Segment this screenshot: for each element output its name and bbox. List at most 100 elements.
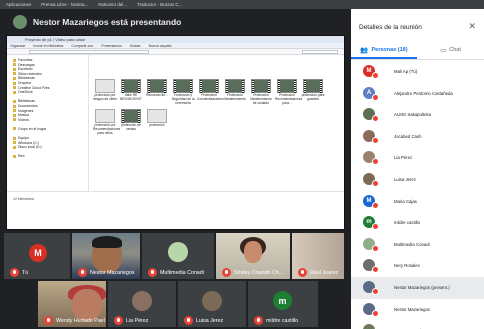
- participant-row[interactable]: Multimedia Conadi: [351, 234, 484, 256]
- muted-mic-icon: [10, 268, 19, 277]
- file-item[interactable]: Protección Mantenimiento de cuidado: [249, 79, 273, 105]
- muted-mic-icon: [114, 316, 123, 325]
- muted-mic-icon: [372, 179, 379, 187]
- folder-icon: [13, 72, 16, 76]
- folder-icon: [13, 81, 16, 85]
- video-file-icon: [199, 79, 219, 94]
- folder-icon: [13, 58, 16, 62]
- participant-row[interactable]: Nestor Mazariegos (present.): [351, 276, 484, 299]
- toolbar-item: Compartir con: [71, 43, 94, 48]
- bookmark-item[interactable]: Prensa Libre - Noticia...: [41, 2, 88, 7]
- bookmark-item[interactable]: Aplicaciones: [6, 2, 31, 7]
- file-name: Valle RE BRIVIDOS/VIT: [120, 93, 142, 101]
- file-item[interactable]: Protección Recomendaciones para...: [275, 79, 302, 105]
- tile-multimedia[interactable]: Multimedia Conadi: [142, 233, 214, 279]
- tile-raul[interactable]: Raul Juarez: [292, 233, 344, 279]
- muted-mic-icon: [372, 201, 379, 209]
- tile-luisa[interactable]: Luisa Jerez: [178, 281, 246, 327]
- video-file-icon: [251, 79, 271, 94]
- shared-screen[interactable]: Proyecto de p1 / Video para clase Organi…: [6, 35, 345, 230]
- participant-row[interactable]: Lia Pérez: [351, 147, 484, 169]
- video-file-icon: [147, 109, 167, 123]
- participant-row[interactable]: M Mali Ap (Tú): [351, 61, 484, 83]
- tile-name: mildre castillo: [266, 318, 299, 324]
- tree-label: Escritorio: [18, 67, 33, 72]
- tile-shirley[interactable]: Shirley Oriando Ch...: [216, 233, 290, 279]
- file-name: protección para guantes: [301, 93, 325, 101]
- people-icon: 👥: [360, 47, 369, 54]
- participant-row[interactable]: Nestor Mazariegos: [351, 299, 484, 321]
- tile-lia[interactable]: Lia Pérez: [108, 281, 176, 327]
- file-item[interactable]: protección por Recomendaciones para niño…: [93, 109, 120, 135]
- toolbar-item: Presentación: [101, 43, 122, 48]
- explorer-status: 12 elementos: [7, 191, 344, 211]
- video-file-icon: [95, 109, 115, 123]
- muted-mic-icon: [372, 244, 379, 252]
- participant-row[interactable]: m mildre castillo: [351, 212, 484, 234]
- participant-row[interactable]: M Maria Cajas: [351, 191, 484, 213]
- file-item[interactable]: Valle RE BRIVIDOS/VIT: [119, 79, 143, 102]
- tab-people-label: Personas (18): [371, 47, 408, 53]
- tab-chat[interactable]: ▭ Chat: [417, 41, 484, 59]
- muted-mic-icon: [372, 72, 379, 79]
- tree-label: Equipo: [18, 136, 29, 141]
- tree-label: Grupo en el hogar: [18, 126, 47, 131]
- close-icon[interactable]: ✕: [468, 21, 476, 32]
- folder-icon: [13, 136, 16, 140]
- tree-item[interactable]: Red: [13, 154, 88, 159]
- explorer-body: Favoritos Descargas Escritorio Sitios recie…: [7, 55, 344, 211]
- participant-row[interactable]: Luisa Jerez: [351, 169, 484, 191]
- tree-label: Red: [18, 154, 25, 159]
- bookmarks-bar: Aplicaciones Prensa Libre - Noticia... N…: [0, 0, 484, 9]
- tree-label: Descargas: [18, 62, 35, 67]
- video-file-icon: [121, 79, 141, 94]
- file-item[interactable]: protección: [145, 109, 169, 128]
- explorer-title: Proyecto de p1 / Video para clase: [7, 36, 344, 43]
- participant-name: mildre castillo: [394, 220, 421, 226]
- tile-you[interactable]: M Tú: [4, 233, 70, 279]
- file-item[interactable]: Protección Concientizaciónes: [197, 79, 224, 102]
- tile-wendy[interactable]: Wendy Hurtado Pael: [38, 281, 106, 327]
- participant-name: Jocabed Cash: [394, 133, 422, 139]
- file-name: Recuerdo de...: [146, 93, 168, 97]
- logo-avatar: [168, 242, 188, 262]
- tree-label: Sitios recientes: [18, 71, 42, 76]
- participant-row[interactable]: ALMG Sakapulteka: [351, 104, 484, 126]
- file-item[interactable]: Protección y Seguridad de la ceremonia: [171, 79, 195, 105]
- participant-name: Nestor Mazariegos (present.): [394, 284, 450, 290]
- video-file-icon: [225, 79, 245, 94]
- tree-label: Windows (C:): [18, 140, 40, 145]
- file-item[interactable]: protección para guantes: [301, 79, 325, 102]
- toolbar-item: Grabar: [129, 43, 141, 48]
- folder-icon: [13, 63, 16, 67]
- bookmark-item[interactable]: Traductor - Buscar C...: [137, 2, 182, 7]
- participant-name: Nery Rosales: [394, 263, 420, 269]
- video-file-icon: [147, 79, 167, 94]
- bookmark-item[interactable]: Noticiero del...: [98, 2, 127, 7]
- video-file-icon: [303, 79, 323, 94]
- file-name: Protección Concientizaciónes: [197, 93, 224, 101]
- folder-icon: [13, 99, 16, 103]
- participant-name: Maria Cajas: [394, 198, 417, 204]
- file-item[interactable]: Recuerdo de...: [145, 79, 169, 98]
- explorer-search-box: [302, 50, 338, 54]
- participant-name: Mali Ap (Tú): [394, 69, 418, 74]
- file-item[interactable]: Protección Mantenimiento: [223, 79, 247, 102]
- tile-name: Lia Pérez: [126, 318, 149, 324]
- file-item[interactable]: protección por riesgos de vidrio: [93, 79, 117, 102]
- avatar: m: [273, 291, 292, 310]
- participant-name: Multimedia Conadi: [394, 241, 430, 247]
- tab-people[interactable]: 👥 Personas (18): [351, 41, 417, 59]
- participant-row[interactable]: Nery Rosales: [351, 255, 484, 277]
- tile-mildre[interactable]: m mildre castillo: [248, 281, 318, 327]
- tile-nestor[interactable]: Nestor Mazariegos: [72, 233, 140, 279]
- participant-row[interactable]: Nestor Mazariegos: [351, 320, 484, 329]
- tree-label: Imágenes: [18, 108, 34, 113]
- participant-row[interactable]: Jocabed Cash: [351, 126, 484, 148]
- participant-list: M Mali Ap (Tú) A Alejandro Perdomo Castañed…: [351, 61, 484, 329]
- file-item[interactable]: protección de ventas: [119, 109, 143, 132]
- video-face: [72, 289, 102, 321]
- presenter-avatar: [13, 15, 27, 29]
- participant-row[interactable]: A Alejandro Perdomo Castañeda: [351, 83, 484, 105]
- toolbar-item: Nueva carpeta: [148, 43, 172, 48]
